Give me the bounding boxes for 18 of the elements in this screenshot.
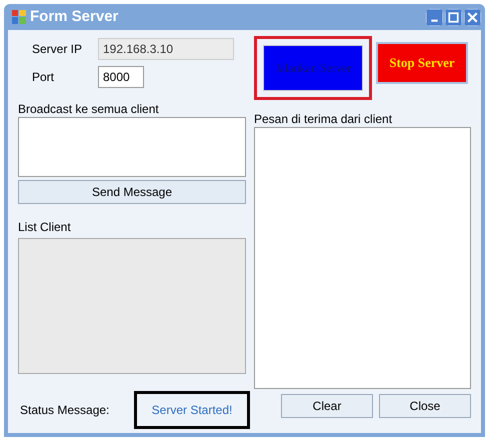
port-field[interactable]: 8000 bbox=[98, 66, 144, 88]
status-label: Status Message: bbox=[19, 402, 110, 419]
close-icon[interactable] bbox=[464, 8, 481, 26]
send-message-button[interactable]: Send Message bbox=[18, 180, 246, 204]
server-ip-label: Server IP bbox=[32, 41, 84, 58]
broadcast-label: Broadcast ke semua client bbox=[18, 101, 160, 116]
app-icon bbox=[12, 10, 26, 24]
clear-button[interactable]: Clear bbox=[281, 394, 373, 418]
port-label: Port bbox=[32, 69, 56, 86]
status-message: Server Started! bbox=[152, 402, 232, 419]
window-title: Form Server bbox=[30, 6, 120, 27]
minimize-icon[interactable] bbox=[426, 8, 443, 26]
received-label: Pesan di terima dari client bbox=[254, 111, 394, 126]
received-field[interactable] bbox=[254, 127, 471, 389]
close-button[interactable]: Close bbox=[379, 394, 471, 418]
maximize-icon[interactable] bbox=[445, 8, 462, 26]
list-client-label: List Client bbox=[18, 219, 72, 234]
broadcast-field[interactable] bbox=[18, 117, 246, 177]
